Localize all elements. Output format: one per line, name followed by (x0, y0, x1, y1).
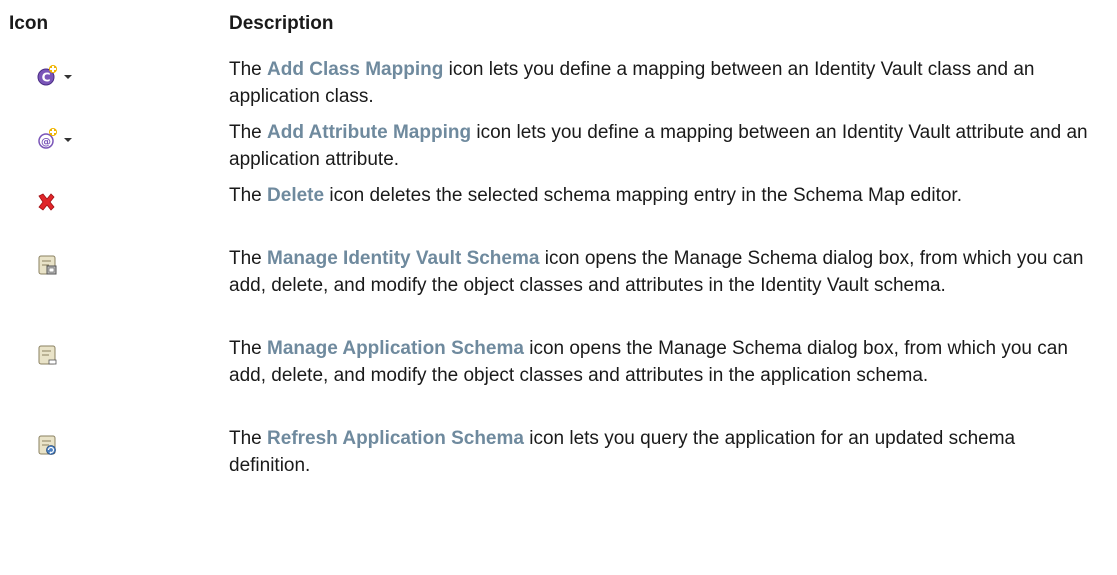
table-header: Icon Description (0, 10, 1117, 37)
manage-identity-vault-schema-icon (36, 253, 96, 277)
svg-text:C: C (42, 71, 51, 85)
add-attribute-mapping-icon: @ (36, 127, 96, 151)
delete-icon (36, 190, 96, 214)
svg-text:@: @ (41, 137, 51, 148)
term-name: Delete (267, 185, 325, 206)
term-name: Manage Application Schema (267, 338, 524, 359)
add-class-mapping-icon: C (36, 64, 96, 88)
row-description: The Delete icon deletes the selected sch… (229, 185, 962, 206)
header-icon: Icon (9, 13, 49, 34)
term-name: Refresh Application Schema (267, 428, 524, 449)
term-name: Add Attribute Mapping (267, 122, 472, 143)
refresh-application-schema-icon (36, 433, 96, 457)
header-description: Description (229, 13, 334, 34)
row-description: The Manage Application Schema icon opens… (229, 338, 1068, 386)
row-description: The Add Class Mapping icon lets you defi… (229, 59, 1035, 107)
row-description: The Add Attribute Mapping icon lets you … (229, 122, 1088, 170)
row-description: The Manage Identity Vault Schema icon op… (229, 248, 1084, 296)
term-name: Manage Identity Vault Schema (267, 248, 540, 269)
manage-application-schema-icon (36, 343, 96, 367)
term-name: Add Class Mapping (267, 59, 444, 80)
row-description: The Refresh Application Schema icon lets… (229, 428, 1016, 476)
